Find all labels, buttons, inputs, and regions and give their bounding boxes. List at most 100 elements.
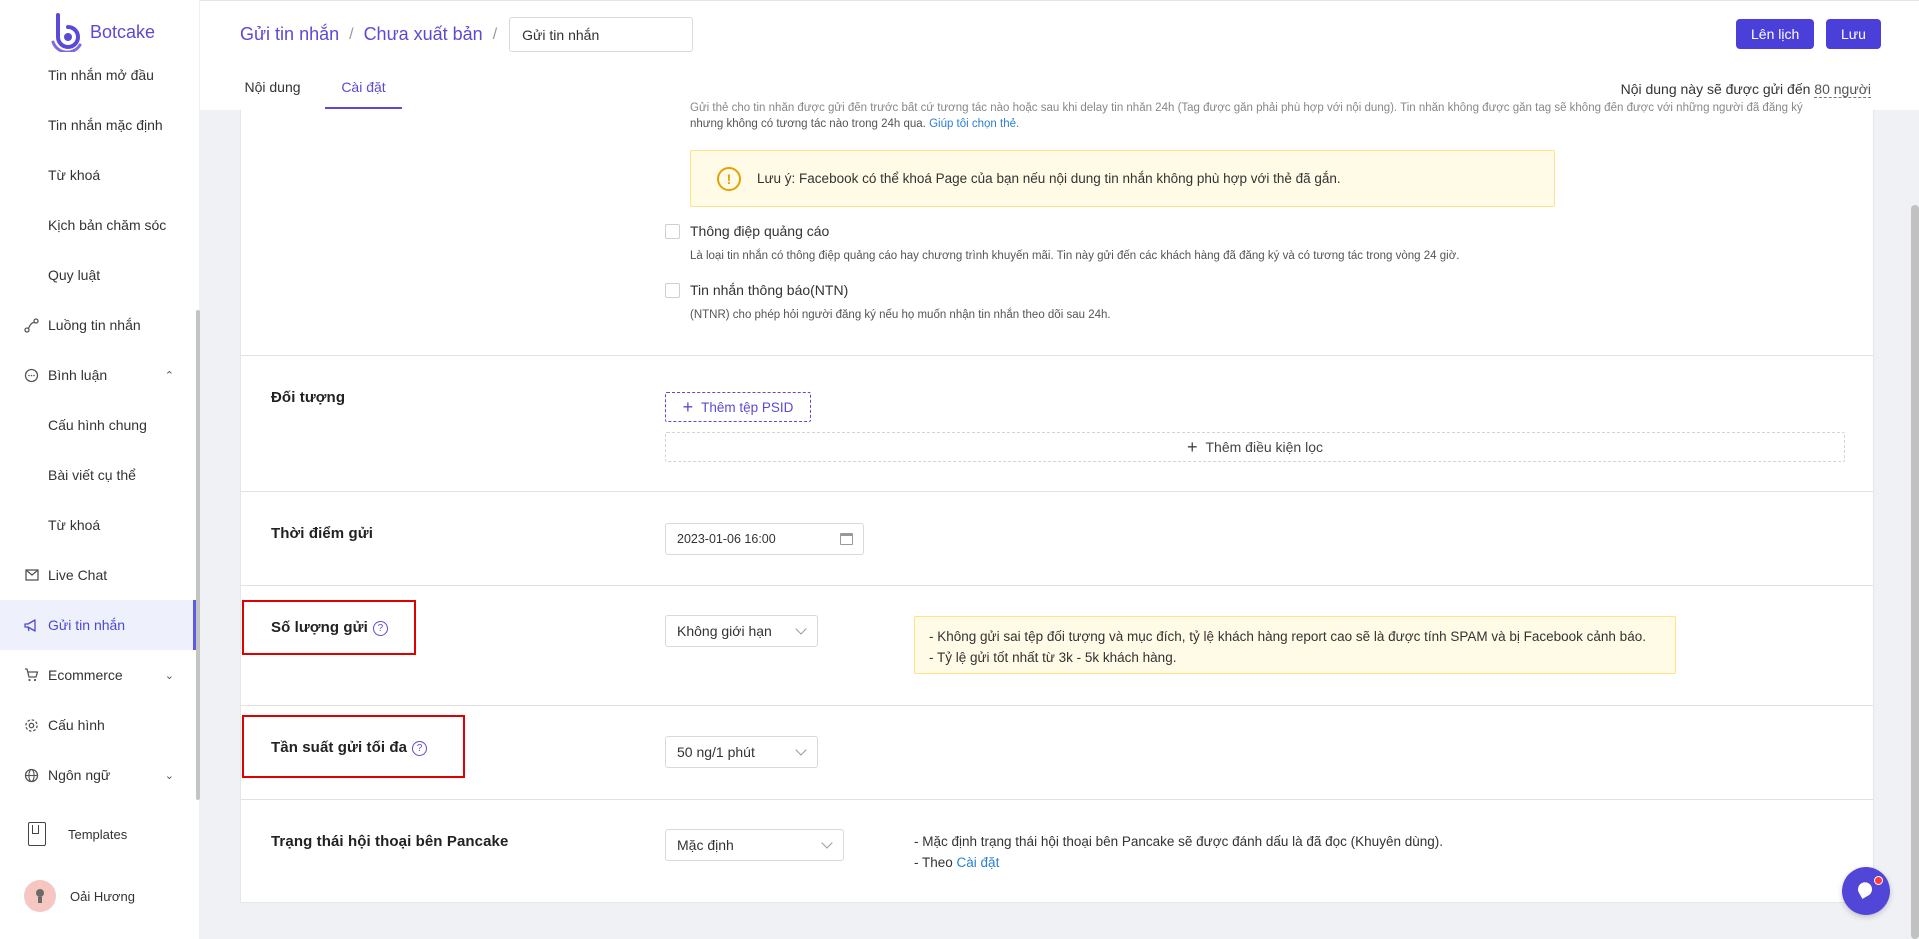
bookmark-book-icon xyxy=(28,822,46,846)
sidebar-item-label: Tin nhắn mặc định xyxy=(48,117,163,133)
flow-icon xyxy=(24,317,39,333)
campaign-name-input[interactable] xyxy=(509,17,694,52)
megaphone-icon xyxy=(24,618,39,633)
tab-bar: Nội dung Cài đặt xyxy=(237,67,402,109)
schedule-button[interactable]: Lên lịch xyxy=(1736,19,1815,49)
button-label: Thêm điều kiện lọc xyxy=(1205,439,1324,455)
facebook-warning: ! Lưu ý: Facebook có thể khoá Page của b… xyxy=(690,150,1555,207)
promo-description: Là loại tin nhắn có thông điệp quảng cáo… xyxy=(690,250,1460,262)
status-note-prefix: - Theo xyxy=(914,855,953,870)
send-time-picker[interactable]: 2023-01-06 16:00 xyxy=(665,523,864,555)
select-value: 50 ng/1 phút xyxy=(677,744,755,760)
settings-link[interactable]: Cài đặt xyxy=(957,855,1000,870)
sidebar-item-welcome-message[interactable]: Tin nhắn mở đầu xyxy=(0,50,196,100)
sidebar-item-label: Từ khoá xyxy=(48,517,101,533)
breadcrumb-item-status[interactable]: Chưa xuất bản xyxy=(364,24,483,45)
quantity-select[interactable]: Không giới hạn xyxy=(665,615,818,647)
breadcrumb-item-send-message[interactable]: Gửi tin nhắn xyxy=(240,24,339,45)
option-label: Thông điệp quảng cáo xyxy=(690,223,830,239)
sidebar-item-comment-keywords[interactable]: Từ khoá xyxy=(0,500,196,550)
audience-label: Đối tượng xyxy=(271,389,346,406)
promo-checkbox[interactable] xyxy=(665,223,680,239)
message-tag-description-2: nhưng không có tương tác nào trong 24h q… xyxy=(690,118,1019,130)
ntn-checkbox[interactable] xyxy=(665,282,680,298)
plus-icon: + xyxy=(1186,437,1198,457)
logo[interactable]: Botcake xyxy=(50,12,155,52)
divider xyxy=(241,585,1873,586)
add-filter-button[interactable]: + Thêm điều kiện lọc xyxy=(665,432,1845,462)
templates-link[interactable]: Templates xyxy=(28,822,127,846)
page-header: Gửi tin nhắn / Chưa xuất bản / Lên lịch … xyxy=(200,0,1919,110)
sidebar-item-label: Tin nhắn mở đầu xyxy=(48,67,154,83)
breadcrumb-separator: / xyxy=(492,25,498,43)
send-time-label: Thời điểm gửi xyxy=(271,525,373,542)
sidebar-item-message-flow[interactable]: Luồng tin nhắn xyxy=(0,300,196,350)
conversation-status-label: Trạng thái hội thoại bên Pancake xyxy=(271,833,509,850)
message-tag-description-line: nhưng không có tương tác nào trong 24h q… xyxy=(690,118,926,130)
cart-icon xyxy=(24,668,39,683)
sidebar-item-specific-post[interactable]: Bài viết cụ thể xyxy=(0,450,196,500)
divider xyxy=(241,355,1873,356)
breadcrumb-separator: / xyxy=(349,25,354,43)
sidebar-item-label: Kịch bản chăm sóc xyxy=(48,217,167,233)
sidebar-item-settings[interactable]: Cấu hình xyxy=(0,700,196,750)
calendar-icon xyxy=(840,533,853,545)
comment-icon xyxy=(24,368,39,383)
sidebar: Botcake Tin nhắn mở đầu Tin nhắn mặc địn… xyxy=(0,0,200,939)
sidebar-item-language[interactable]: Ngôn ngữ ⌄ xyxy=(0,750,196,800)
option-promo[interactable]: Thông điệp quảng cáo xyxy=(665,223,829,239)
sidebar-item-send-message[interactable]: Gửi tin nhắn xyxy=(0,600,196,650)
app-name: Botcake xyxy=(90,21,156,42)
templates-label: Templates xyxy=(68,826,128,842)
add-psid-button[interactable]: + Thêm tệp PSID xyxy=(665,392,811,422)
conversation-status-select[interactable]: Mặc định xyxy=(665,829,844,861)
sidebar-item-label: Live Chat xyxy=(48,567,108,583)
page-scrollbar[interactable] xyxy=(1911,205,1919,939)
quantity-note: - Không gửi sai tệp đối tượng và mục đíc… xyxy=(914,616,1676,674)
plus-icon: + xyxy=(682,397,694,417)
chevron-down-icon: ⌄ xyxy=(164,769,174,782)
divider xyxy=(241,799,1873,800)
sidebar-item-general-config[interactable]: Cấu hình chung xyxy=(0,400,196,450)
sidebar-item-live-chat[interactable]: Live Chat xyxy=(0,550,196,600)
tab-content[interactable]: Nội dung xyxy=(220,67,325,107)
message-tag-description: Gửi thẻ cho tin nhắn được gửi đến trước … xyxy=(690,102,1840,114)
sidebar-item-label: Cấu hình xyxy=(48,717,105,733)
highlight-box-quantity xyxy=(242,600,416,655)
quantity-note-line: - Tỷ lệ gửi tốt nhất từ 3k - 5k khách hà… xyxy=(929,650,1177,665)
status-note-line: - Mặc định trạng thái hội thoại bên Panc… xyxy=(914,834,1443,849)
botcake-logo-icon xyxy=(51,13,82,52)
sidebar-item-label: Từ khoá xyxy=(48,167,101,183)
sidebar-item-label: Gửi tin nhắn xyxy=(48,617,126,633)
sidebar-item-label: Cấu hình chung xyxy=(48,417,147,433)
sidebar-item-keywords[interactable]: Từ khoá xyxy=(0,150,196,200)
chat-bubble-icon xyxy=(1858,882,1872,899)
sidebar-item-care-script[interactable]: Kịch bản chăm sóc xyxy=(0,200,196,250)
sidebar-scrollbar[interactable] xyxy=(196,310,200,800)
button-label: Thêm tệp PSID xyxy=(701,399,794,415)
user-name: Oải Hương xyxy=(70,888,135,904)
sidebar-item-ecommerce[interactable]: Ecommerce ⌄ xyxy=(0,650,196,700)
highlight-box-frequency xyxy=(242,715,465,778)
exclamation-icon: ! xyxy=(717,166,741,191)
option-label: Tin nhắn thông báo(NTN) xyxy=(690,282,849,298)
option-ntn[interactable]: Tin nhắn thông báo(NTN) xyxy=(665,282,848,298)
sidebar-item-rules[interactable]: Quy luật xyxy=(0,250,196,300)
gear-icon xyxy=(24,718,39,733)
breadcrumb: Gửi tin nhắn / Chưa xuất bản / xyxy=(240,17,694,52)
sidebar-item-label: Quy luật xyxy=(48,267,101,283)
user-profile[interactable]: Oải Hương xyxy=(24,880,135,912)
sidebar-item-comments[interactable]: Bình luận ⌃ xyxy=(0,350,196,400)
recipient-count[interactable]: 80 người xyxy=(1814,81,1871,98)
chat-support-button[interactable] xyxy=(1842,867,1890,915)
tab-settings[interactable]: Cài đặt xyxy=(325,67,402,109)
sidebar-item-label: Ngôn ngữ xyxy=(48,767,111,783)
help-choose-tag-link[interactable]: Giúp tôi chọn thẻ. xyxy=(929,118,1019,130)
sidebar-item-default-message[interactable]: Tin nhắn mặc định xyxy=(0,100,196,150)
chevron-down-icon xyxy=(795,623,807,635)
save-button[interactable]: Lưu xyxy=(1826,19,1881,49)
recipient-note-text: Nội dung này sẽ được gửi đến xyxy=(1620,81,1811,97)
sidebar-item-label: Bài viết cụ thể xyxy=(48,467,136,483)
frequency-select[interactable]: 50 ng/1 phút xyxy=(665,736,818,768)
ntn-description: (NTNR) cho phép hỏi người đăng ký nếu họ… xyxy=(690,309,1111,321)
